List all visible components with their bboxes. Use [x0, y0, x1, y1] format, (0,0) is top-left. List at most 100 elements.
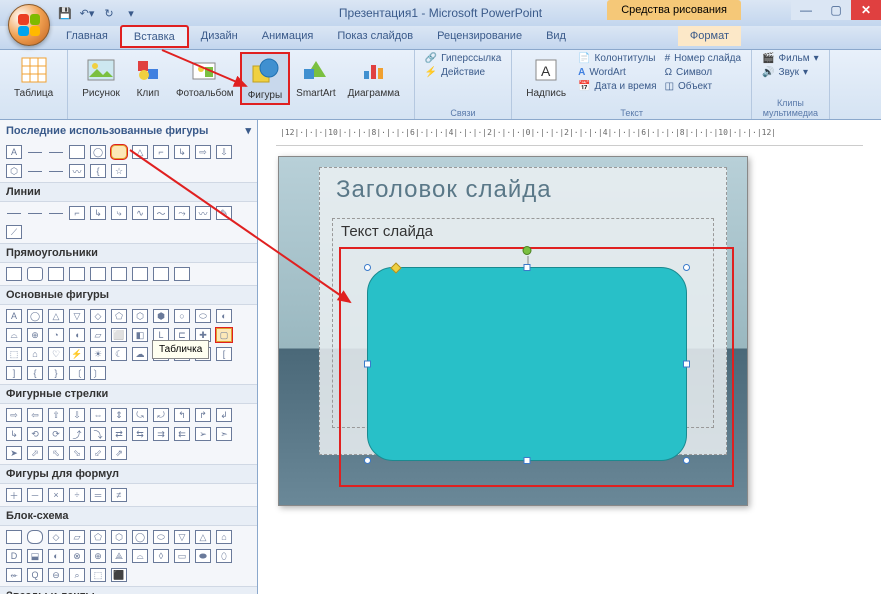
redo-icon[interactable]: ↻ — [100, 4, 118, 22]
shape-hexagon[interactable]: ⬡ — [6, 164, 22, 178]
shape-rect-8[interactable] — [153, 267, 169, 281]
qat-dropdown-icon[interactable]: ▾ — [122, 4, 140, 22]
resize-handle-nw[interactable] — [364, 264, 371, 271]
shape-b17[interactable]: ⬜ — [111, 328, 127, 342]
shape-f23[interactable]: ⬰ — [6, 568, 22, 582]
shape-b29[interactable]: ☁ — [132, 347, 148, 361]
shape-f17[interactable]: ⟁ — [111, 549, 127, 563]
shape-f2[interactable] — [27, 530, 43, 544]
rounded-rectangle-shape[interactable] — [367, 267, 687, 461]
shape-b9[interactable]: ○ — [174, 309, 190, 323]
shape-star[interactable]: ☆ — [111, 164, 127, 178]
shape-a19[interactable]: ⇉ — [153, 427, 169, 441]
shape-f20[interactable]: ▭ — [174, 549, 190, 563]
shape-f27[interactable]: ⬚ — [90, 568, 106, 582]
shape-b37[interactable]: 〔 — [69, 366, 85, 380]
shape-f22[interactable]: ⬯ — [216, 549, 232, 563]
shape-a6[interactable]: ⇕ — [111, 408, 127, 422]
shape-a26[interactable]: ⬂ — [69, 446, 85, 460]
shape-line-4[interactable]: ⌐ — [69, 206, 85, 220]
picture-button[interactable]: Рисунок — [76, 52, 126, 101]
shape-f15[interactable]: ⊗ — [69, 549, 85, 563]
shape-f26[interactable]: ⌕ — [69, 568, 85, 582]
shape-b23[interactable]: ⬚ — [6, 347, 22, 361]
shape-a16[interactable]: ⤵ — [90, 427, 106, 441]
shape-rect-7[interactable] — [132, 267, 148, 281]
shape-f6[interactable]: ⬡ — [111, 530, 127, 544]
shape-line-5[interactable]: ↳ — [90, 206, 106, 220]
shape-a18[interactable]: ⇆ — [132, 427, 148, 441]
slidenum-button[interactable]: #Номер слайда — [663, 52, 744, 65]
wordart-button[interactable]: AWordArt — [576, 66, 658, 79]
shape-a15[interactable]: ⤴ — [69, 427, 85, 441]
tab-insert[interactable]: Вставка — [120, 25, 189, 48]
shape-f16[interactable]: ⊕ — [90, 549, 106, 563]
shape-brace[interactable]: { — [90, 164, 106, 178]
shape-a8[interactable]: ⤾ — [153, 408, 169, 422]
shape-b38[interactable]: 〕 — [90, 366, 106, 380]
shape-e5[interactable]: ＝ — [90, 488, 106, 502]
slide-canvas[interactable]: Заголовок слайда Текст слайда — [278, 156, 748, 506]
tab-format[interactable]: Формат — [678, 26, 741, 46]
shape-e3[interactable]: × — [48, 488, 64, 502]
shape-line-12[interactable]: ⟋ — [6, 225, 22, 239]
shape-a5[interactable]: ⇔ — [90, 408, 106, 422]
minimize-button[interactable]: — — [791, 0, 821, 20]
shape-rect-4[interactable] — [69, 267, 85, 281]
shape-b4[interactable]: ▽ — [69, 309, 85, 323]
shape-a22[interactable]: ➣ — [216, 427, 232, 441]
shape-rect-1[interactable] — [6, 267, 22, 281]
shape-a1[interactable]: ⇨ — [6, 408, 22, 422]
shape-rect-2[interactable] — [27, 267, 43, 281]
shape-f5[interactable]: ⬠ — [90, 530, 106, 544]
resize-handle-e[interactable] — [683, 361, 690, 368]
clip-button[interactable]: Клип — [126, 52, 170, 101]
shape-triangle[interactable]: △ — [132, 145, 148, 159]
object-button[interactable]: ◫Объект — [663, 80, 744, 93]
sound-button[interactable]: 🔊Звук ▾ — [760, 66, 821, 79]
shape-line-10[interactable]: 〰 — [195, 206, 211, 220]
shape-rect[interactable] — [69, 145, 85, 159]
rotation-handle[interactable] — [523, 246, 532, 255]
shape-a27[interactable]: ⬃ — [90, 446, 106, 460]
shape-elbow[interactable]: ⌐ — [153, 145, 169, 159]
slide-title-placeholder[interactable]: Заголовок слайда — [320, 168, 726, 212]
shape-b22-plaque[interactable]: ▢ — [216, 328, 232, 342]
shape-a2[interactable]: ⇦ — [27, 408, 43, 422]
shape-f10[interactable]: △ — [195, 530, 211, 544]
shape-line-3[interactable] — [48, 206, 64, 220]
shape-b8[interactable]: ⬢ — [153, 309, 169, 323]
shape-e6[interactable]: ≠ — [111, 488, 127, 502]
shape-a28[interactable]: ⇗ — [111, 446, 127, 460]
shape-f18[interactable]: ⌓ — [132, 549, 148, 563]
textbox-button[interactable]: AНадпись — [520, 52, 572, 101]
shape-b15[interactable]: ◖ — [69, 328, 85, 342]
shape-freeform[interactable]: 〰 — [69, 164, 85, 178]
shape-line-8[interactable]: 〜 — [153, 206, 169, 220]
album-button[interactable]: Фотоальбом — [170, 52, 240, 101]
shape-a25[interactable]: ⬁ — [48, 446, 64, 460]
shape-line[interactable] — [27, 145, 43, 159]
shape-rounded-rect[interactable] — [111, 145, 127, 159]
action-button[interactable]: ⚡Действие — [423, 66, 504, 79]
shape-a14[interactable]: ⟳ — [48, 427, 64, 441]
undo-icon[interactable]: ↶▾ — [78, 4, 96, 22]
shape-line-1[interactable] — [6, 206, 22, 220]
shape-curve1[interactable] — [27, 164, 43, 178]
shape-f4[interactable]: ▱ — [69, 530, 85, 544]
shape-elbow-arrow[interactable]: ↳ — [174, 145, 190, 159]
tab-review[interactable]: Рецензирование — [425, 26, 534, 49]
drawing-tools-context-tab[interactable]: Средства рисования — [607, 0, 741, 20]
panel-chevron-icon[interactable]: ▾ — [245, 124, 251, 137]
shapes-button[interactable]: Фигуры — [240, 52, 290, 105]
shape-a21[interactable]: ➢ — [195, 427, 211, 441]
shape-b26[interactable]: ⚡ — [69, 347, 85, 361]
shape-f28[interactable]: ⬛ — [111, 568, 127, 582]
close-button[interactable]: ✕ — [851, 0, 881, 20]
shape-rect-5[interactable] — [90, 267, 106, 281]
shape-b33[interactable]: [ — [216, 347, 232, 361]
shape-f1[interactable] — [6, 530, 22, 544]
shape-f12[interactable]: D — [6, 549, 22, 563]
shape-b25[interactable]: ♡ — [48, 347, 64, 361]
shape-a23[interactable]: ➤ — [6, 446, 22, 460]
